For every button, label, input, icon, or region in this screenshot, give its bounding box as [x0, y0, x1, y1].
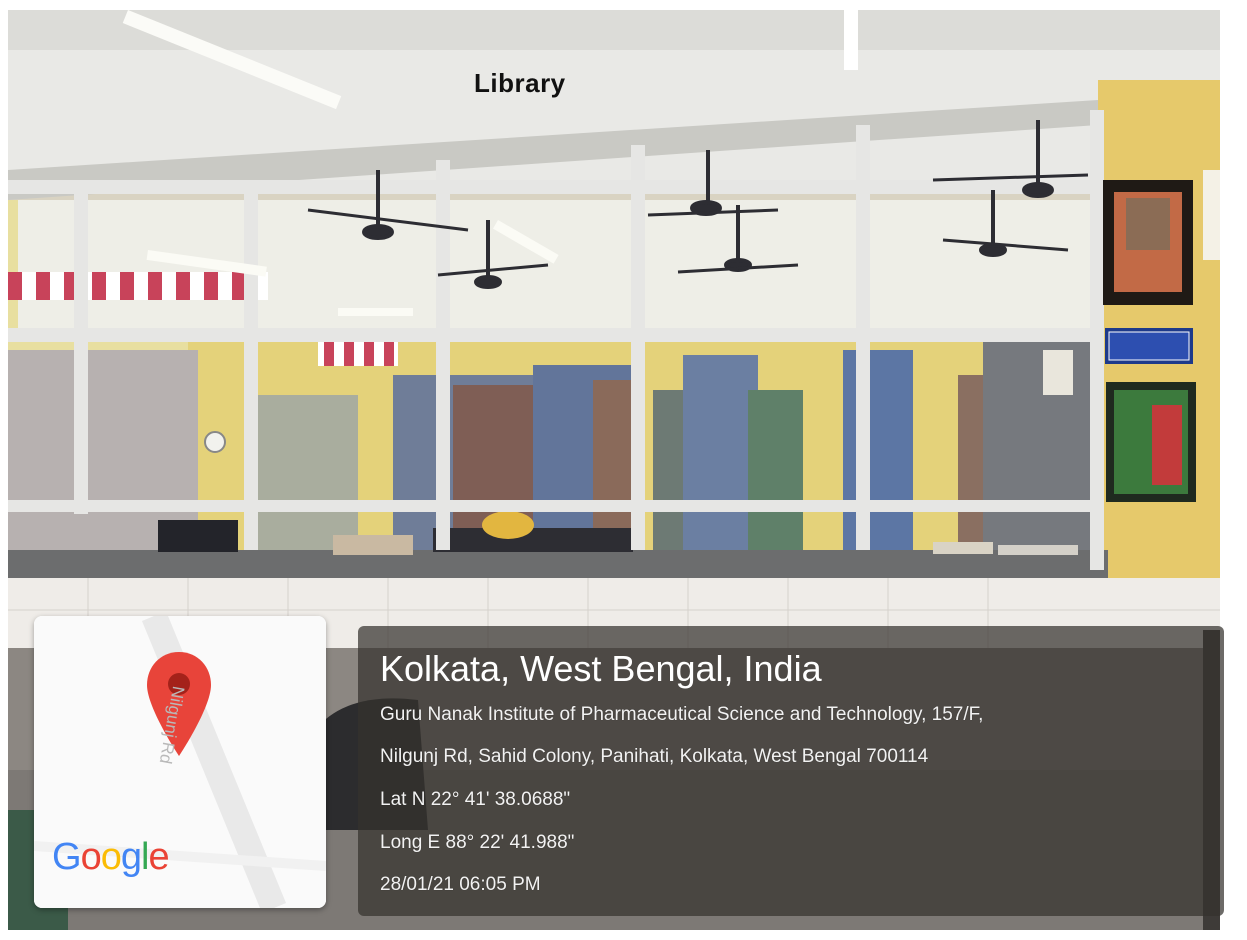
google-logo-o1: o: [80, 836, 102, 878]
google-logo-e: e: [148, 836, 169, 878]
geotag-info-card: Kolkata, West Bengal, India Guru Nanak I…: [358, 626, 1224, 916]
google-logo: Google: [52, 836, 170, 879]
google-logo-g2: g: [120, 836, 142, 878]
google-logo-g: G: [52, 836, 82, 878]
longitude-text: Long E 88° 22' 41.988": [380, 832, 575, 853]
google-logo-o2: o: [100, 836, 122, 878]
latitude-text: Lat N 22° 41' 38.0688": [380, 789, 571, 810]
timestamp-text: 28/01/21 06:05 PM: [380, 874, 541, 895]
address-line-2: Nilgunj Rd, Sahid Colony, Panihati, Kolk…: [380, 746, 929, 767]
address-line-1: Guru Nanak Institute of Pharmaceutical S…: [380, 704, 984, 725]
place-title: Kolkata, West Bengal, India: [380, 648, 822, 689]
library-sign: Library: [474, 68, 566, 98]
